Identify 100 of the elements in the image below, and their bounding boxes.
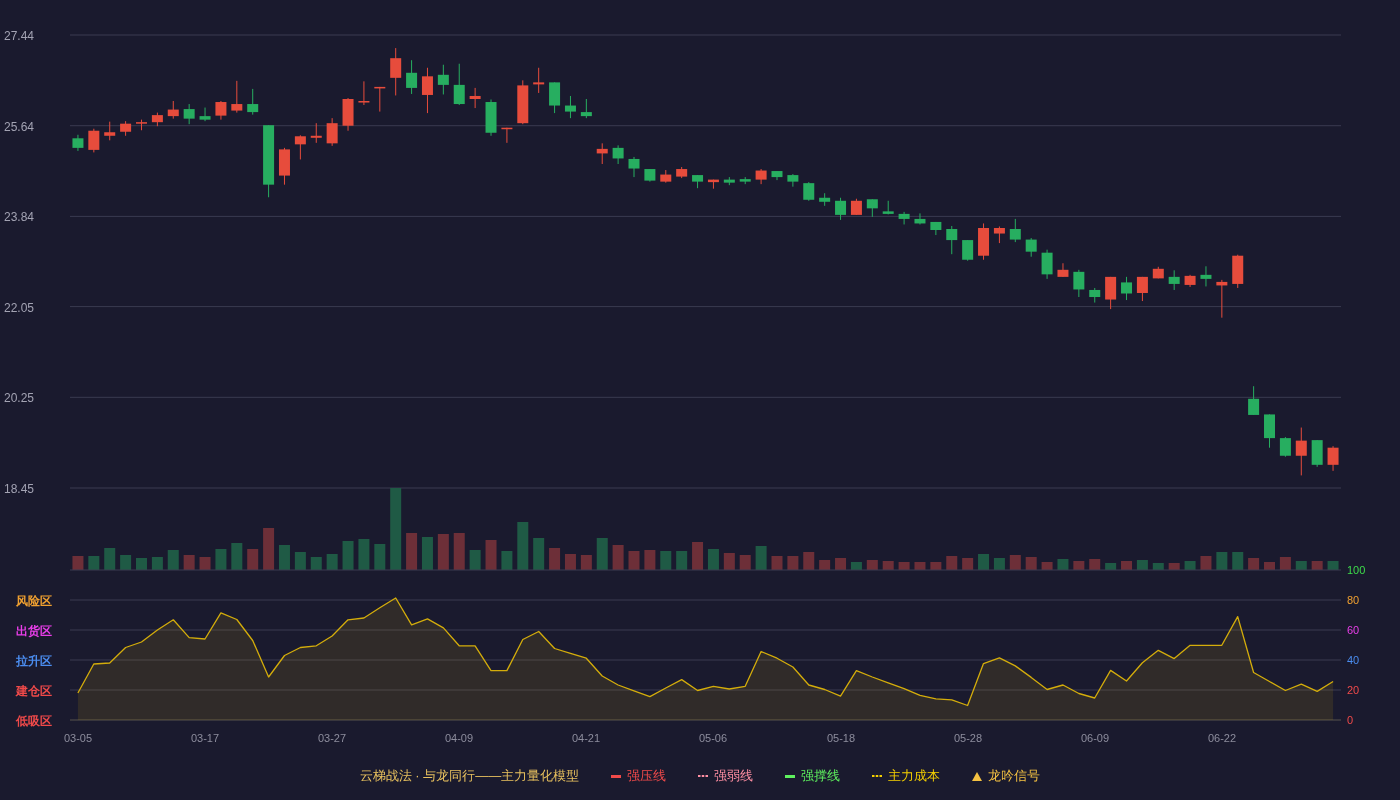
volume-bar [803, 552, 815, 570]
date-axis-label: 03-05 [63, 732, 93, 744]
volume-bar [294, 552, 306, 570]
volume-bar [1025, 557, 1037, 570]
volume-bar [215, 549, 227, 570]
date-axis-label: 05-18 [826, 732, 856, 744]
volume-bar [914, 562, 926, 570]
candlestick [628, 156, 640, 178]
candlestick [1184, 274, 1196, 288]
volume-bar [437, 534, 449, 570]
volume-bar [533, 538, 545, 570]
date-axis-label: 06-22 [1207, 732, 1237, 744]
volume-bar [1200, 556, 1212, 570]
volume-bar [676, 551, 688, 570]
candlestick [326, 117, 338, 147]
candlestick [406, 59, 418, 95]
candlestick [1136, 276, 1148, 302]
zone-label: 低吸区 [16, 714, 52, 728]
legend-item[interactable]: 龙吟信号 [972, 766, 1041, 786]
volume-bar [1121, 561, 1132, 570]
volume-bar [1057, 559, 1069, 570]
candlestick [676, 166, 688, 179]
candlestick [930, 221, 942, 236]
candlestick [342, 97, 354, 132]
candlestick [946, 225, 958, 255]
candlestick [803, 181, 815, 202]
candlestick [660, 169, 672, 184]
candlestick [231, 80, 243, 114]
candlestick [596, 142, 608, 165]
volume-bar [1184, 561, 1196, 570]
date-axis-label: 05-06 [698, 732, 728, 744]
date-axis-label: 04-21 [571, 732, 601, 744]
volume-bar [1311, 561, 1323, 570]
candlestick [1216, 279, 1228, 319]
legend-item[interactable]: 强弱线 [698, 766, 754, 786]
candlestick [294, 134, 306, 160]
score-axis-label: 0 [1347, 714, 1354, 726]
candlestick [72, 134, 84, 152]
candlestick [453, 63, 465, 106]
candlestick [1089, 287, 1101, 304]
volume-bar [231, 543, 243, 570]
volume-bar [1264, 562, 1275, 570]
volume-bar [660, 551, 672, 570]
candlestick [882, 200, 894, 215]
candlestick [183, 103, 195, 125]
candlestick [1279, 436, 1291, 458]
volume-bar [421, 537, 433, 570]
volume-bar [279, 545, 290, 570]
volume-bar [771, 556, 783, 570]
legend-item[interactable]: 强压线 [611, 766, 667, 786]
candlestick [1121, 276, 1132, 301]
volume-bar [326, 554, 338, 570]
zone-label: 风险区 [16, 594, 52, 608]
volume-bar [1295, 561, 1307, 570]
candlestick [771, 170, 783, 181]
legend-item[interactable]: 强撑线 [785, 766, 841, 786]
date-axis-label: 03-17 [190, 732, 220, 744]
candlestick [723, 176, 735, 186]
legend-title: 云梯战法 · 与龙同行——主力量化模型 [359, 767, 580, 786]
score-axis-label: 80 [1347, 594, 1360, 606]
volume-bar [1216, 552, 1228, 570]
volume-bar [962, 558, 974, 570]
score-axis-label: 100 [1347, 564, 1366, 576]
candlestick [167, 100, 179, 120]
candlestick [247, 88, 259, 116]
candlestick [835, 197, 847, 221]
zone-label: 出货区 [16, 624, 52, 638]
candlestick [1009, 218, 1021, 243]
legend-item[interactable]: 主力成本 [872, 766, 941, 786]
candlestick [580, 98, 592, 119]
candlestick [390, 47, 402, 96]
candlestick [739, 176, 751, 185]
volume-bar [199, 557, 211, 570]
volume-bar [501, 551, 513, 570]
volume-bar [978, 554, 990, 570]
candlestick [120, 120, 132, 137]
candlestick [644, 168, 656, 183]
volume-bar [866, 560, 878, 570]
date-axis-label: 06-09 [1080, 732, 1110, 744]
score-axis-label: 40 [1347, 654, 1360, 666]
candlestick [469, 87, 481, 109]
candlestick [692, 174, 704, 189]
candlestick [564, 95, 576, 119]
volume-bar [993, 558, 1005, 570]
price-axis-label: 25.64 [4, 120, 35, 134]
zone-label: 拉升区 [16, 654, 52, 668]
volume-bar [628, 551, 640, 570]
candlestick [310, 122, 322, 144]
volume-bar [850, 562, 862, 570]
candlestick [279, 147, 290, 186]
volume-bar [358, 539, 370, 570]
volume-bar [1232, 552, 1244, 570]
volume-bar [549, 548, 561, 570]
volume-bar [1089, 559, 1101, 570]
price-axis-label: 18.45 [4, 482, 35, 496]
volume-bar [406, 533, 418, 570]
zone-label: 建仓区 [16, 684, 52, 698]
candlestick [1041, 249, 1053, 280]
volume-bar [596, 538, 608, 570]
candlestick [485, 99, 497, 137]
